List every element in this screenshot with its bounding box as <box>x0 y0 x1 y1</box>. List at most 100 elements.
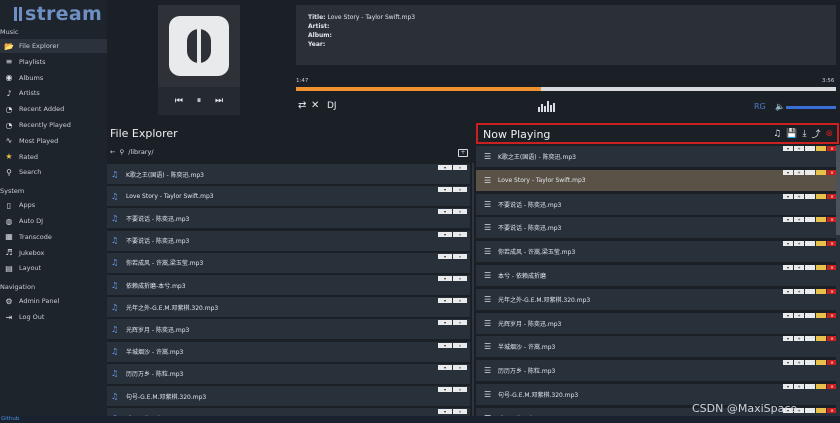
drag-handle-icon[interactable]: ☰ <box>484 223 494 232</box>
add-button[interactable]: + <box>794 288 804 294</box>
add-button[interactable]: » <box>453 364 467 370</box>
drag-handle-icon[interactable]: ☰ <box>484 390 494 399</box>
add-button[interactable]: + <box>794 265 804 270</box>
progress-bar[interactable] <box>296 87 836 91</box>
add-button[interactable]: » <box>453 298 467 304</box>
sidebar-item-albums[interactable]: ◉ Albums <box>0 71 107 85</box>
sidebar-item-file-explorer[interactable]: 📂 File Explorer <box>0 39 107 53</box>
add-button[interactable]: » <box>453 209 467 215</box>
sidebar-item-most-played[interactable]: ∿ Most Played <box>0 134 107 148</box>
table-row[interactable]: ☰ 半城烟沙 - 许嵩.mp3 ▾ + ✕ <box>476 335 839 358</box>
add-button[interactable]: + <box>794 384 804 389</box>
list-item[interactable]: ♫ 不要说话 - 陈奕迅.mp3 ▾» <box>107 207 470 229</box>
dropdown-button[interactable]: ▾ <box>438 342 452 348</box>
drag-handle-icon[interactable]: ☰ <box>484 342 494 351</box>
sidebar-item-jukebox[interactable]: ♬ Jukebox <box>0 246 107 260</box>
rating-button[interactable] <box>805 288 815 294</box>
drag-handle-icon[interactable]: ☰ <box>484 152 494 161</box>
previous-track-button[interactable]: ⏮ <box>175 96 183 106</box>
dropdown-button[interactable]: ▾ <box>783 169 793 175</box>
clear-queue-icon[interactable]: ⊗ <box>825 129 833 139</box>
table-row[interactable]: ☰ 你若成风 - 许嵩,梁玉莹.mp3 ▾ + ✕ <box>476 240 839 263</box>
sidebar-item-admin-panel[interactable]: ⚙ Admin Panel <box>0 294 107 308</box>
dropdown-button[interactable]: ▾ <box>783 336 793 342</box>
dropdown-button[interactable]: ▾ <box>438 298 452 304</box>
pause-button[interactable]: ⏸ <box>197 96 202 106</box>
repeat-icon[interactable]: ⇄ <box>298 100 306 114</box>
drag-handle-icon[interactable]: ☰ <box>484 176 494 185</box>
sidebar-item-auto-dj[interactable]: ◍ Auto DJ <box>0 214 107 228</box>
sidebar-item-recent-added[interactable]: ◔ Recent Added <box>0 102 107 116</box>
add-button[interactable]: + <box>794 336 804 342</box>
save-icon[interactable]: 💾 <box>786 129 797 139</box>
add-button[interactable]: » <box>453 387 467 392</box>
download-icon[interactable]: ⤓ <box>802 129 806 139</box>
list-item[interactable]: ♫ 光年之外-G.E.M.邓紫棋.320.mp3 ▾» <box>107 296 470 318</box>
list-item[interactable]: ♫ 光辉岁月 - 陈奕迅.mp3 ▾» <box>107 318 470 340</box>
dropdown-button[interactable]: ▾ <box>438 320 452 326</box>
dropdown-button[interactable]: ▾ <box>783 288 793 294</box>
drag-handle-icon[interactable]: ☰ <box>484 319 494 328</box>
dropdown-button[interactable]: ▾ <box>438 187 452 193</box>
dropdown-button[interactable]: ▾ <box>438 231 452 237</box>
sidebar-item-playlists[interactable]: ≡ Playlists <box>0 55 107 69</box>
star-icon[interactable] <box>816 288 826 294</box>
drag-handle-icon[interactable]: ☰ <box>484 247 494 256</box>
add-button[interactable]: » <box>453 409 467 415</box>
star-icon[interactable] <box>816 193 826 199</box>
add-button[interactable]: + <box>794 193 804 199</box>
add-directory-icon[interactable]: + <box>458 149 468 157</box>
star-icon[interactable] <box>816 169 826 175</box>
rating-button[interactable] <box>805 360 815 366</box>
dropdown-button[interactable]: ▾ <box>783 384 793 389</box>
dropdown-button[interactable]: ▾ <box>783 217 793 223</box>
rating-button[interactable] <box>805 241 815 247</box>
sidebar-item-log-out[interactable]: ⇥ Log Out <box>0 310 107 324</box>
add-button[interactable]: + <box>794 169 804 175</box>
list-item[interactable]: ♫ 句号-G.E.M.邓紫棋.320.mp3 ▾» <box>107 385 470 406</box>
dropdown-button[interactable]: ▾ <box>783 360 793 366</box>
sidebar-item-recently-played[interactable]: ◔ Recently Played <box>0 118 107 132</box>
next-track-button[interactable]: ⏭ <box>215 96 223 106</box>
list-item[interactable]: ♫ 你若成风 - 许嵩,梁玉莹.mp3 ▾» <box>107 251 470 273</box>
dropdown-button[interactable]: ▾ <box>438 387 452 392</box>
star-icon[interactable] <box>816 146 826 151</box>
volume-slider[interactable] <box>786 106 836 109</box>
shuffle-icon[interactable]: ✕ <box>311 100 319 114</box>
add-button[interactable]: + <box>794 312 804 318</box>
rating-button[interactable] <box>805 146 815 151</box>
add-button[interactable]: + <box>794 217 804 223</box>
add-button[interactable]: » <box>453 231 467 237</box>
scrollbar-thumb[interactable] <box>836 145 840 235</box>
rating-button[interactable] <box>805 217 815 223</box>
list-item[interactable]: ♫ 半城烟沙 - 许嵩.mp3 ▾» <box>107 340 470 362</box>
dropdown-button[interactable]: ▾ <box>438 276 452 281</box>
dropdown-button[interactable]: ▾ <box>783 241 793 247</box>
rating-button[interactable] <box>805 193 815 199</box>
dropdown-button[interactable]: ▾ <box>438 409 452 415</box>
github-link[interactable]: Github <box>1 416 19 423</box>
sidebar-item-apps[interactable]: ▯ Apps <box>0 198 107 212</box>
add-button[interactable]: » <box>453 276 467 281</box>
table-row[interactable]: ☰ Love Story - Taylor Swift.mp3 ▾ + ✕ <box>476 168 839 191</box>
drag-handle-icon[interactable]: ☰ <box>484 200 494 209</box>
drag-handle-icon[interactable]: ☰ <box>484 271 494 280</box>
sidebar-item-layout[interactable]: ▤ Layout <box>0 261 107 275</box>
add-button[interactable]: » <box>453 320 467 326</box>
table-row[interactable]: ☰ 不要说话 - 陈奕迅.mp3 ▾ + ✕ <box>476 192 839 215</box>
list-item[interactable]: ♫ Love Story - Taylor Swift.mp3 ▾» <box>107 185 470 207</box>
back-arrow-icon[interactable]: ← <box>110 148 115 156</box>
list-item[interactable]: ♫ 依赖成折磨-本兮.mp3 ▾» <box>107 274 470 295</box>
star-icon[interactable] <box>816 384 826 389</box>
list-item[interactable]: ♫唯一 - 告五人.mp3▾» <box>107 407 470 416</box>
table-row[interactable]: ☰ 本兮 - 依赖成折磨 ▾ + ✕ <box>476 264 839 286</box>
table-row[interactable]: ☰ 历历万乡 - 陈粒.mp3 ▾ + ✕ <box>476 359 839 382</box>
add-button[interactable]: + <box>794 146 804 151</box>
add-button[interactable]: » <box>453 253 467 259</box>
playlist-add-icon[interactable]: ♫ <box>773 129 781 139</box>
sidebar-item-artists[interactable]: ♪ Artists <box>0 86 107 100</box>
list-item[interactable]: ♫ K歌之王(国语) - 陈奕迅.mp3 ▾» <box>107 163 470 184</box>
star-icon[interactable] <box>816 336 826 342</box>
equalizer-icon[interactable] <box>538 101 555 112</box>
add-button[interactable]: + <box>794 241 804 247</box>
